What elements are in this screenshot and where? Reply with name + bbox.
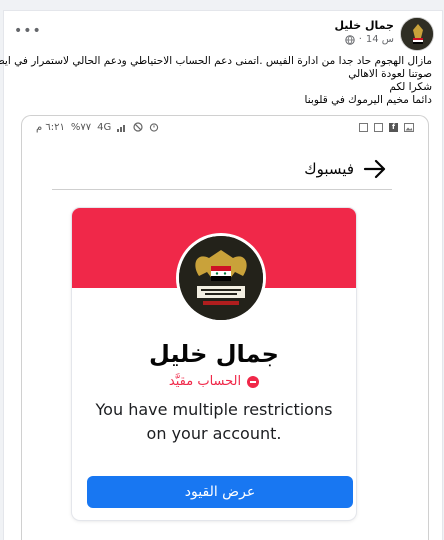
network-text: 4G xyxy=(97,121,112,133)
notification-square-icon xyxy=(374,122,383,132)
signal-icon xyxy=(117,124,126,132)
status-right: f xyxy=(359,122,414,132)
post-text: مازال الهجوم حاد جدا من ادارة الفيس .اتم… xyxy=(0,55,432,107)
globe-icon xyxy=(344,34,355,45)
nav-title: فيسبوك xyxy=(304,160,354,178)
minus-circle-icon xyxy=(247,375,260,388)
attached-screenshot[interactable]: ٦:٢١ م %٧٧ 4G f فيسبوك جمال خليل الحساب … xyxy=(21,115,429,540)
more-options-icon[interactable]: ••• xyxy=(14,23,42,39)
facebook-notification-icon: f xyxy=(389,122,398,132)
view-restrictions-button[interactable]: عرض القيود xyxy=(87,476,353,508)
clock-text: ٦:٢١ م xyxy=(36,121,65,133)
post-time[interactable]: 14 س xyxy=(366,34,394,45)
separator-dot: · xyxy=(358,34,362,45)
post-header: جمال خليل 14 س · xyxy=(334,17,434,53)
status-left: ٦:٢١ م %٧٧ 4G xyxy=(36,122,159,133)
alarm-icon xyxy=(150,123,159,132)
profile-name: جمال خليل xyxy=(149,340,279,368)
restricted-status: الحساب مقيَّد xyxy=(72,374,356,389)
facebook-post: ••• جمال خليل 14 س · مازال الهجوم حاد جد… xyxy=(0,10,443,540)
restriction-message: You have multiple restrictions on your a… xyxy=(95,400,333,443)
author-block: جمال خليل 14 س · xyxy=(334,17,394,45)
profile-avatar[interactable] xyxy=(176,233,266,323)
author-avatar[interactable] xyxy=(400,17,434,51)
image-notification-icon xyxy=(404,122,414,132)
post-text-line: صوتنا لعودة الاهالي xyxy=(348,68,432,80)
post-meta: 14 س · xyxy=(334,34,394,45)
back-arrow-icon[interactable] xyxy=(362,156,388,182)
notification-square-icon xyxy=(359,122,368,132)
restricted-label: الحساب مقيَّد xyxy=(168,374,242,389)
post-text-line: مازال الهجوم حاد جدا من ادارة الفيس .اتم… xyxy=(0,55,432,67)
phone-status-bar: ٦:٢١ م %٧٧ 4G f xyxy=(22,116,428,138)
app-nav-bar: فيسبوك xyxy=(52,154,392,190)
restriction-card: جمال خليل الحساب مقيَّد You have multipl… xyxy=(72,208,356,520)
battery-text: %٧٧ xyxy=(70,121,92,133)
dnd-icon xyxy=(133,122,143,132)
profile-avatar-image xyxy=(179,236,263,320)
post-text-line: شكرا لكم xyxy=(389,81,432,93)
post-text-line: دائما مخيم اليرموك في قلوبنا xyxy=(304,94,432,106)
author-name[interactable]: جمال خليل xyxy=(334,19,394,32)
